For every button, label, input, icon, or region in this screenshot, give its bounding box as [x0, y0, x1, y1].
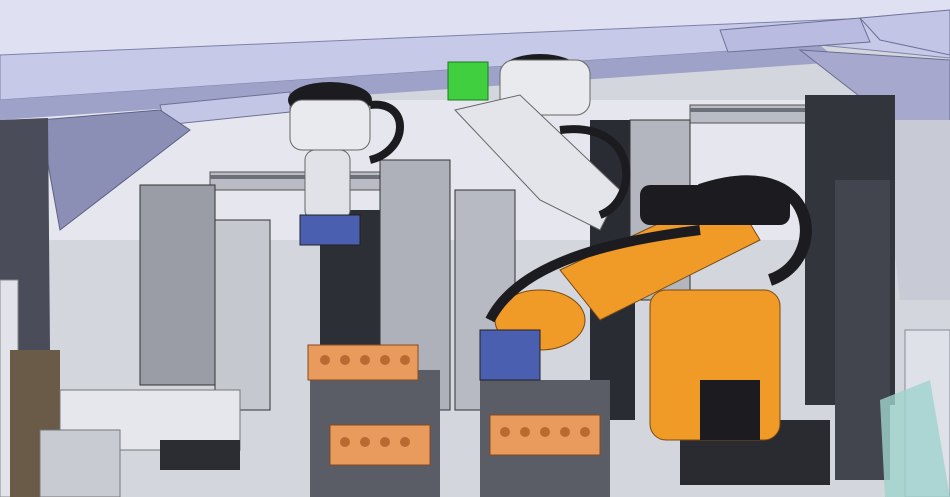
green-marker: [447, 61, 489, 101]
cad-render-scene: [0, 0, 950, 497]
